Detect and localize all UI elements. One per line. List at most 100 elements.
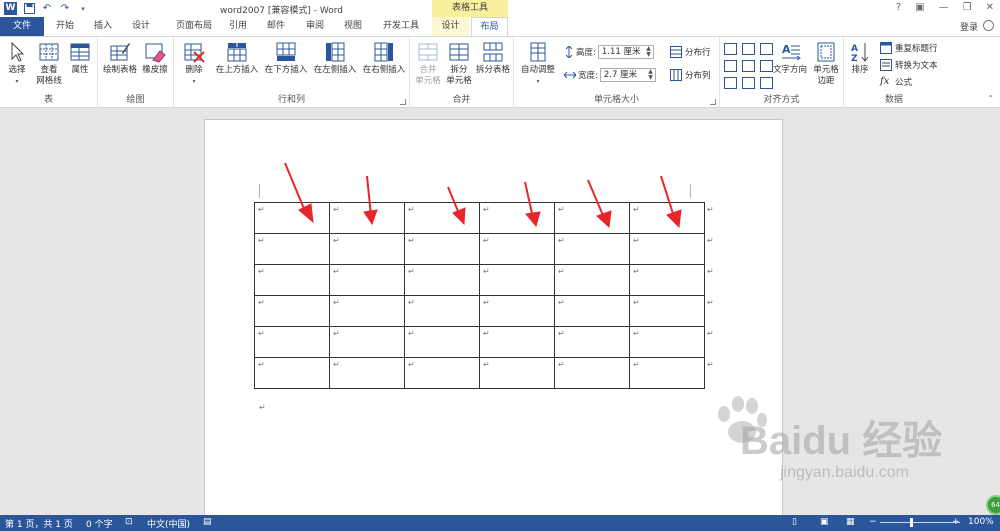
- table-cell[interactable]: ↵: [404, 233, 480, 265]
- eraser-button[interactable]: 橡皮擦: [140, 41, 170, 76]
- customize-qat-icon[interactable]: ▾: [77, 3, 89, 15]
- table-cell[interactable]: ↵: [479, 357, 555, 389]
- tab-page-layout[interactable]: 页面布局: [164, 17, 224, 36]
- tab-developer[interactable]: 开发工具: [377, 17, 425, 36]
- width-field[interactable]: 2.7 厘米 ▲ ▼: [599, 68, 656, 82]
- convert-to-text-button[interactable]: 转换为文本: [880, 58, 938, 72]
- merge-cells-button[interactable]: 合并 单元格: [414, 41, 442, 87]
- table-cell[interactable]: ↵: [254, 326, 330, 358]
- autofit-button[interactable]: 自动调整 ▾: [518, 41, 558, 87]
- properties-button[interactable]: 属性: [66, 41, 94, 76]
- zoom-slider[interactable]: [880, 522, 960, 523]
- formula-button[interactable]: fx 公式: [880, 75, 912, 89]
- page-count[interactable]: 第 1 页，共 1 页: [5, 517, 73, 530]
- align-middle-center-icon[interactable]: [742, 60, 755, 72]
- text-direction-button[interactable]: A 文字方向: [772, 41, 808, 76]
- repeat-header-rows-button[interactable]: 重复标题行: [880, 41, 938, 55]
- table-cell[interactable]: ↵: [329, 264, 405, 296]
- delete-button[interactable]: 删除 ▾: [178, 41, 210, 87]
- tab-view[interactable]: 视图: [339, 17, 367, 36]
- table-cell[interactable]: ↵: [254, 357, 330, 389]
- sign-in-link[interactable]: 登录: [960, 20, 978, 33]
- macro-icon[interactable]: ▤: [203, 517, 212, 527]
- restore-icon[interactable]: ❐: [963, 2, 972, 13]
- dialog-launcher-icon[interactable]: [710, 99, 716, 105]
- split-cells-button[interactable]: 拆分 单元格: [444, 41, 474, 87]
- ribbon-display-icon[interactable]: ▣: [915, 2, 924, 13]
- table-cell[interactable]: ↵: [629, 233, 705, 265]
- table-cell[interactable]: ↵: [404, 326, 480, 358]
- help-icon[interactable]: ?: [896, 2, 901, 13]
- zoom-slider-thumb[interactable]: [910, 518, 913, 527]
- table-cell[interactable]: ↵: [554, 357, 630, 389]
- proofing-icon[interactable]: ⊡: [125, 517, 133, 527]
- language-indicator[interactable]: 中文(中国): [147, 517, 190, 530]
- tab-file[interactable]: 文件: [0, 17, 44, 36]
- tab-mailings[interactable]: 邮件: [262, 17, 290, 36]
- undo-icon[interactable]: ↶: [41, 3, 53, 15]
- table-cell[interactable]: ↵: [404, 357, 480, 389]
- tab-table-design[interactable]: 设计: [432, 17, 469, 36]
- table-cell[interactable]: ↵: [629, 295, 705, 327]
- zoom-in-button[interactable]: +: [952, 517, 960, 527]
- table-cell[interactable]: ↵: [629, 357, 705, 389]
- table-cell[interactable]: ↵: [329, 357, 405, 389]
- tab-review[interactable]: 审阅: [301, 17, 329, 36]
- spin-arrows-icon[interactable]: ▲ ▼: [648, 69, 653, 81]
- collapse-ribbon-icon[interactable]: ⌃: [987, 94, 994, 103]
- cell-margins-button[interactable]: 单元格 边距: [810, 41, 842, 87]
- table-cell[interactable]: ↵: [404, 295, 480, 327]
- table-cell[interactable]: ↵: [254, 233, 330, 265]
- table-cell[interactable]: ↵: [479, 264, 555, 296]
- align-top-left-icon[interactable]: [724, 43, 737, 55]
- redo-icon[interactable]: ↷: [59, 3, 71, 15]
- align-bottom-right-icon[interactable]: [760, 77, 773, 89]
- insert-below-button[interactable]: 在下方插入: [262, 41, 310, 76]
- table-cell[interactable]: ↵: [554, 295, 630, 327]
- close-icon[interactable]: ✕: [986, 2, 994, 13]
- distribute-columns-button[interactable]: 分布列: [670, 68, 711, 82]
- document-page[interactable]: ↵ ↵ ↵ ↵ ↵ ↵ ↵ ↵ ↵ ↵ ↵ ↵ ↵ ↵ ↵ ↵ ↵ ↵ ↵ ↵ ↵ ↵ ↵ ↵ ↵ ↵ ↵ ↵ ↵ ↵ ↵ ↵ ↵ ↵ ↵ ↵ ↵ ↵ ↵…: [204, 119, 783, 519]
- align-bottom-left-icon[interactable]: [724, 77, 737, 89]
- table-cell[interactable]: ↵: [554, 264, 630, 296]
- align-top-center-icon[interactable]: [742, 43, 755, 55]
- distribute-rows-button[interactable]: 分布行: [670, 45, 711, 59]
- view-gridlines-button[interactable]: 查看 网格线: [34, 41, 64, 87]
- word-count[interactable]: 0 个字: [86, 517, 113, 530]
- tab-references[interactable]: 引用: [224, 17, 252, 36]
- web-layout-icon[interactable]: ▦: [846, 517, 855, 527]
- table-cell[interactable]: ↵: [554, 233, 630, 265]
- table-cell[interactable]: ↵: [329, 326, 405, 358]
- zoom-level[interactable]: 100%: [968, 517, 994, 527]
- align-middle-left-icon[interactable]: [724, 60, 737, 72]
- table-cell[interactable]: ↵: [479, 233, 555, 265]
- align-bottom-center-icon[interactable]: [742, 77, 755, 89]
- table-cell[interactable]: ↵: [254, 295, 330, 327]
- document-canvas[interactable]: ↵ ↵ ↵ ↵ ↵ ↵ ↵ ↵ ↵ ↵ ↵ ↵ ↵ ↵ ↵ ↵ ↵ ↵ ↵ ↵ ↵ ↵ ↵ ↵ ↵ ↵ ↵ ↵ ↵ ↵ ↵ ↵ ↵ ↵ ↵ ↵ ↵ ↵ ↵…: [0, 108, 1000, 519]
- sort-button[interactable]: AZ 排序: [848, 41, 872, 76]
- height-field[interactable]: 1.11 厘米 ▲ ▼: [597, 45, 654, 59]
- insert-above-button[interactable]: 在上方插入: [214, 41, 260, 76]
- zoom-out-button[interactable]: −: [869, 517, 877, 527]
- insert-right-button[interactable]: 在右侧插入: [360, 41, 408, 76]
- table-cell[interactable]: ↵: [254, 264, 330, 296]
- table-cell[interactable]: ↵: [329, 233, 405, 265]
- table-cell[interactable]: ↵: [554, 326, 630, 358]
- document-table[interactable]: ↵ ↵ ↵ ↵ ↵ ↵ ↵ ↵ ↵ ↵ ↵ ↵ ↵ ↵ ↵ ↵ ↵ ↵ ↵ ↵ ↵ ↵ ↵ ↵ ↵ ↵ ↵ ↵ ↵ ↵ ↵ ↵ ↵ ↵ ↵ ↵: [254, 202, 705, 389]
- table-cell[interactable]: ↵: [329, 295, 405, 327]
- minimize-icon[interactable]: —: [939, 2, 949, 13]
- tab-table-layout[interactable]: 布局: [471, 17, 508, 36]
- tab-insert[interactable]: 插入: [86, 17, 120, 36]
- tab-design[interactable]: 设计: [124, 17, 158, 36]
- draw-table-button[interactable]: 绘制表格: [102, 41, 138, 76]
- spin-arrows-icon[interactable]: ▲ ▼: [646, 46, 651, 58]
- feedback-icon[interactable]: [983, 20, 994, 31]
- print-layout-icon[interactable]: ▣: [820, 517, 829, 527]
- table-cell[interactable]: ↵: [404, 264, 480, 296]
- split-table-button[interactable]: 拆分表格: [474, 41, 512, 76]
- table-cell[interactable]: ↵: [629, 326, 705, 358]
- table-cell[interactable]: ↵: [629, 264, 705, 296]
- read-mode-icon[interactable]: ▯: [792, 517, 797, 527]
- insert-left-button[interactable]: 在左侧插入: [311, 41, 359, 76]
- dialog-launcher-icon[interactable]: [400, 99, 406, 105]
